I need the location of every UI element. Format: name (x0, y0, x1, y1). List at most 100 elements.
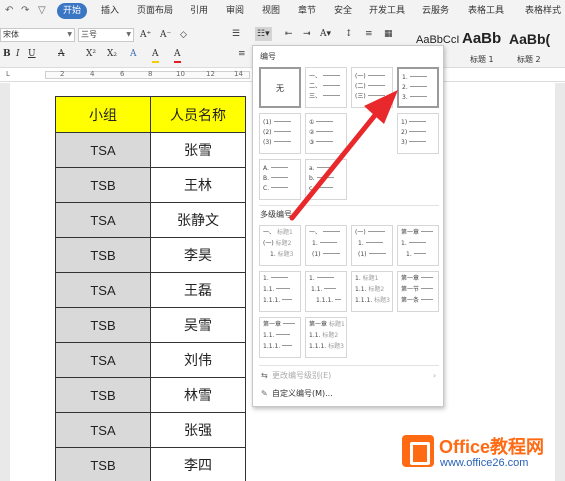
undo-icon[interactable]: ↶ (5, 3, 13, 19)
grow-font-button[interactable]: A⁺ (140, 28, 151, 42)
tab-developer[interactable]: 开发工具 (369, 4, 405, 18)
name-cell[interactable]: 林雪 (150, 377, 246, 413)
heading-sample: 标题1 (362, 275, 379, 282)
header-cell-name[interactable]: 人员名称 (150, 96, 246, 133)
shrink-font-button[interactable]: A⁻ (160, 28, 171, 42)
increase-indent-icon[interactable]: ⇥ (303, 27, 311, 41)
numbering-sample: 一、 (309, 229, 322, 236)
subscript-button[interactable]: X₂ (107, 47, 117, 61)
highlight-button[interactable]: A (152, 47, 159, 63)
name-cell[interactable]: 吴雪 (150, 307, 246, 343)
font-color-button[interactable]: A (174, 47, 181, 63)
custom-numbering-menu-item[interactable]: ✎ 自定义编号(M)... (261, 388, 333, 400)
heading-sample: 标题3 (328, 343, 344, 350)
tab-cloud-service[interactable]: 云服务 (422, 4, 449, 18)
font-name-select[interactable]: 宋体 ▼ (0, 28, 75, 42)
decrease-indent-icon[interactable]: ⇤ (285, 27, 293, 41)
tab-page-layout[interactable]: 页面布局 (137, 4, 173, 18)
tab-view[interactable]: 视图 (262, 4, 280, 18)
name-cell[interactable]: 李昊 (150, 237, 246, 273)
name-cell[interactable]: 张强 (150, 412, 246, 448)
numbering-option[interactable]: a. b. c. (305, 159, 347, 200)
tab-insert[interactable]: 插入 (101, 4, 119, 18)
show-marks-icon[interactable]: ▦ (384, 27, 393, 41)
tab-table-styles[interactable]: 表格样式 (525, 4, 561, 18)
table-header-row: 小组 人员名称 (55, 96, 246, 133)
multilevel-option[interactable]: 1. 1.1. 1.1.1. (259, 271, 301, 312)
multilevel-option[interactable]: (一) 1. (1) (351, 225, 393, 266)
numbering-option[interactable]: (1) (2) (3) (259, 113, 301, 154)
group-cell[interactable]: TSB (55, 377, 151, 413)
multilevel-option[interactable]: 1. 1.1. 1.1.1. (305, 271, 347, 312)
group-cell[interactable]: TSA (55, 342, 151, 378)
tab-review[interactable]: 审阅 (226, 4, 244, 18)
multilevel-option[interactable]: 1. 标题1 1.1. 标题2 1.1.1. 标题3 (351, 271, 393, 312)
line-spacing-icon[interactable]: ≡ (365, 27, 373, 41)
numbering-option[interactable]: (一) (二) (三) (351, 67, 393, 108)
clear-format-button[interactable]: ◇ (180, 28, 187, 42)
numbering-option[interactable]: ① ② ③ (305, 113, 347, 154)
header-cell-group[interactable]: 小组 (55, 96, 151, 133)
heading-sample: 标题2 (368, 286, 385, 293)
font-size-select[interactable]: 三号 ▼ (78, 28, 134, 42)
numbering-option[interactable]: 一、 二、 三、 (305, 67, 347, 108)
customize-quick-access-icon[interactable]: ▽ (38, 3, 46, 19)
divider (259, 365, 439, 366)
tab-references[interactable]: 引用 (190, 4, 208, 18)
tab-home[interactable]: 开始 (57, 3, 87, 19)
heading-sample: 标题2 (275, 240, 292, 247)
name-cell[interactable]: 王林 (150, 167, 246, 203)
text-effect-button[interactable]: A (130, 47, 137, 61)
numbering-sample: 1.1.1. (309, 343, 327, 350)
redo-icon[interactable]: ↷ (21, 3, 29, 19)
numbering-option-none[interactable]: 无 (259, 67, 301, 108)
name-cell[interactable]: 张静文 (150, 202, 246, 238)
group-cell[interactable]: TSB (55, 237, 151, 273)
group-cell[interactable]: TSB (55, 447, 151, 481)
name-cell[interactable]: 张雪 (150, 132, 246, 168)
numbering-option-selected[interactable]: 1. 2. 3. (397, 67, 439, 108)
numbering-sample: 1.1.1. (263, 343, 281, 350)
multilevel-option[interactable]: 一、 标题1 (一) 标题2 1. 标题3 (259, 225, 301, 266)
table-row: TSA 张雪 (55, 132, 246, 168)
multilevel-option[interactable]: 第一章 标题1 1.1. 标题2 1.1.1. 标题3 (305, 317, 347, 358)
tab-table-tools[interactable]: 表格工具 (468, 4, 504, 18)
bold-button[interactable]: B (3, 47, 11, 61)
italic-button[interactable]: I (16, 47, 20, 61)
numbering-sample: A. (263, 165, 269, 172)
numbering-sample: 2) (401, 129, 408, 136)
numbering-option[interactable]: 1) 2) 3) (397, 113, 439, 154)
change-level-menu-item[interactable]: ⇆ 更改编号级别(E) › (261, 370, 436, 382)
superscript-button[interactable]: X² (86, 47, 96, 61)
strikethrough-button[interactable]: A (58, 47, 65, 61)
tab-security[interactable]: 安全 (334, 4, 352, 18)
group-cell[interactable]: TSA (55, 412, 151, 448)
group-cell[interactable]: TSB (55, 167, 151, 203)
heading-sample: 标题3 (374, 297, 390, 304)
name-cell[interactable]: 李四 (150, 447, 246, 481)
name-cell[interactable]: 王磊 (150, 272, 246, 308)
text-direction-icon[interactable]: A▾ (320, 27, 331, 41)
align-left-icon[interactable]: ≡ (238, 47, 246, 61)
group-cell[interactable]: TSB (55, 307, 151, 343)
group-cell[interactable]: TSA (55, 272, 151, 308)
tab-chapter[interactable]: 章节 (298, 4, 316, 18)
multilevel-option[interactable]: 第一章 第一节 第一条 (397, 271, 439, 312)
multilevel-option[interactable]: 第一章 1.1. 1.1.1. (259, 317, 301, 358)
numbering-sample: 一、 (263, 229, 276, 236)
style-heading-1[interactable]: AaBb (462, 30, 501, 56)
group-cell[interactable]: TSA (55, 202, 151, 238)
ruler-tab-marker[interactable]: L (6, 70, 10, 78)
bullets-icon[interactable]: ☰ (232, 27, 240, 41)
group-cell[interactable]: TSA (55, 132, 151, 168)
numbering-button[interactable]: ☷▾ (255, 27, 272, 41)
numbering-sample: 1.1.1. (316, 297, 334, 304)
table-row: TSA 王磊 (55, 272, 246, 308)
sort-icon[interactable]: ↕ (345, 27, 353, 41)
name-cell[interactable]: 刘伟 (150, 342, 246, 378)
multilevel-option[interactable]: 一、 1. (1) (305, 225, 347, 266)
numbering-sample: 3) (401, 139, 408, 146)
numbering-option[interactable]: A. B. C. (259, 159, 301, 200)
underline-button[interactable]: U (28, 47, 36, 61)
multilevel-option[interactable]: 第一章 1. 1. (397, 225, 439, 266)
